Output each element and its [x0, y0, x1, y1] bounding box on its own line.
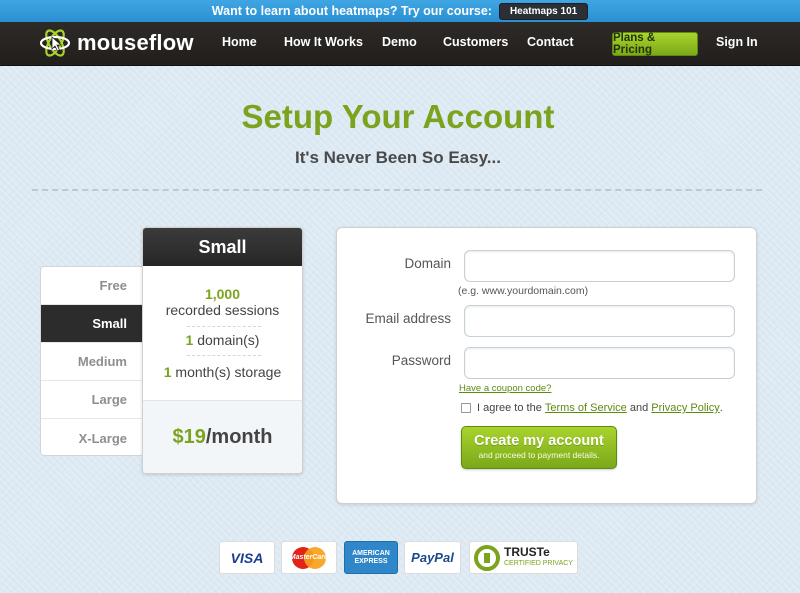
plan-separator	[187, 326, 261, 327]
plan-domains-label: domain(s)	[197, 332, 260, 348]
terms-of-service-link[interactable]: Terms of Service	[545, 402, 627, 414]
truste-shield-icon	[474, 544, 500, 571]
privacy-policy-link[interactable]: Privacy Policy	[651, 402, 719, 414]
nav-contact[interactable]: Contact	[527, 35, 574, 49]
plan-price: $19/month	[143, 426, 302, 449]
amex-badge: AMERICAN EXPRESS	[344, 541, 398, 574]
mastercard-label: MasterCard	[289, 554, 329, 561]
plan-tab-medium[interactable]: Medium	[41, 343, 143, 381]
visa-label: VISA	[230, 549, 264, 566]
plan-tab-free[interactable]: Free	[41, 267, 143, 305]
truste-label: TRUSTe	[504, 544, 550, 559]
email-label: Email address	[365, 311, 451, 326]
promo-text: Want to learn about heatmaps? Try our co…	[211, 4, 492, 18]
logo[interactable]: mouseflow	[39, 26, 194, 60]
plan-separator	[187, 355, 261, 356]
mastercard-badge: MasterCard	[281, 541, 337, 574]
truste-text: TRUSTe CERTIFIED PRIVACY	[504, 544, 573, 569]
nav-customers[interactable]: Customers	[443, 35, 508, 49]
terms-agreement: I agree to the Terms of Service and Priv…	[461, 402, 723, 414]
domain-input[interactable]	[464, 250, 735, 282]
plan-storage-label: month(s) storage	[175, 364, 282, 380]
plan-price-area: $19/month	[143, 400, 302, 473]
email-input[interactable]	[464, 305, 735, 337]
plan-tab-small[interactable]: Small	[41, 305, 143, 343]
plan-storage: 1 month(s) storage	[143, 364, 302, 380]
plan-domains-count: 1	[185, 332, 194, 348]
plan-domains: 1 domain(s)	[143, 332, 302, 348]
create-account-sublabel: and proceed to payment details.	[478, 450, 600, 460]
plan-storage-count: 1	[163, 364, 172, 380]
paypal-label: PayPal	[411, 550, 454, 565]
agree-suffix: .	[719, 402, 723, 414]
plan-price-period: /month	[205, 426, 273, 448]
heatmaps-course-button[interactable]: Heatmaps 101	[498, 2, 589, 20]
paypal-badge: PayPal	[404, 541, 461, 574]
plan-tabs: Free Small Medium Large X-Large	[40, 266, 144, 456]
page-subtitle: It's Never Been So Easy...	[295, 148, 501, 167]
top-nav: mouseflow Home How It Works Demo Custome…	[0, 22, 800, 66]
nav-demo[interactable]: Demo	[382, 35, 417, 49]
plan-name: Small	[143, 228, 302, 266]
plan-sessions-count: 1,000	[204, 286, 241, 302]
agree-prefix: I agree to the	[477, 402, 545, 414]
logo-text: mouseflow	[77, 30, 194, 55]
truste-badge: TRUSTe CERTIFIED PRIVACY	[469, 541, 578, 574]
domain-hint: (e.g. www.yourdomain.com)	[458, 285, 589, 297]
plan-price-amount: $19	[172, 426, 206, 448]
visa-badge: VISA	[219, 541, 275, 574]
plan-card: Small 1,000 recorded sessions 1 domain(s…	[142, 227, 303, 474]
password-label: Password	[391, 353, 451, 368]
promo-bar: Want to learn about heatmaps? Try our co…	[0, 0, 800, 22]
agree-and: and	[626, 402, 652, 414]
create-account-button[interactable]: Create my account and proceed to payment…	[461, 426, 617, 469]
create-account-label: Create my account	[474, 433, 604, 449]
password-input[interactable]	[464, 347, 735, 379]
mouseflow-logo-icon	[39, 29, 71, 57]
domain-label: Domain	[404, 256, 451, 271]
nav-home[interactable]: Home	[222, 35, 257, 49]
section-divider	[32, 189, 762, 191]
amex-line-2: EXPRESS	[354, 557, 388, 565]
plan-tab-x-large[interactable]: X-Large	[41, 419, 143, 455]
coupon-link[interactable]: Have a coupon code?	[459, 383, 551, 394]
plans-pricing-button[interactable]: Plans & Pricing	[612, 32, 698, 56]
nav-sign-in[interactable]: Sign In	[716, 35, 758, 49]
plan-sessions-label: recorded sessions	[165, 302, 280, 318]
nav-how-it-works[interactable]: How It Works	[284, 35, 363, 49]
signup-form: Domain (e.g. www.yourdomain.com) Email a…	[336, 227, 757, 504]
page-title: Setup Your Account	[241, 98, 555, 135]
amex-line-1: AMERICAN	[352, 549, 390, 557]
terms-checkbox[interactable]	[461, 403, 471, 413]
truste-sublabel: CERTIFIED PRIVACY	[504, 559, 573, 567]
plan-tab-large[interactable]: Large	[41, 381, 143, 419]
